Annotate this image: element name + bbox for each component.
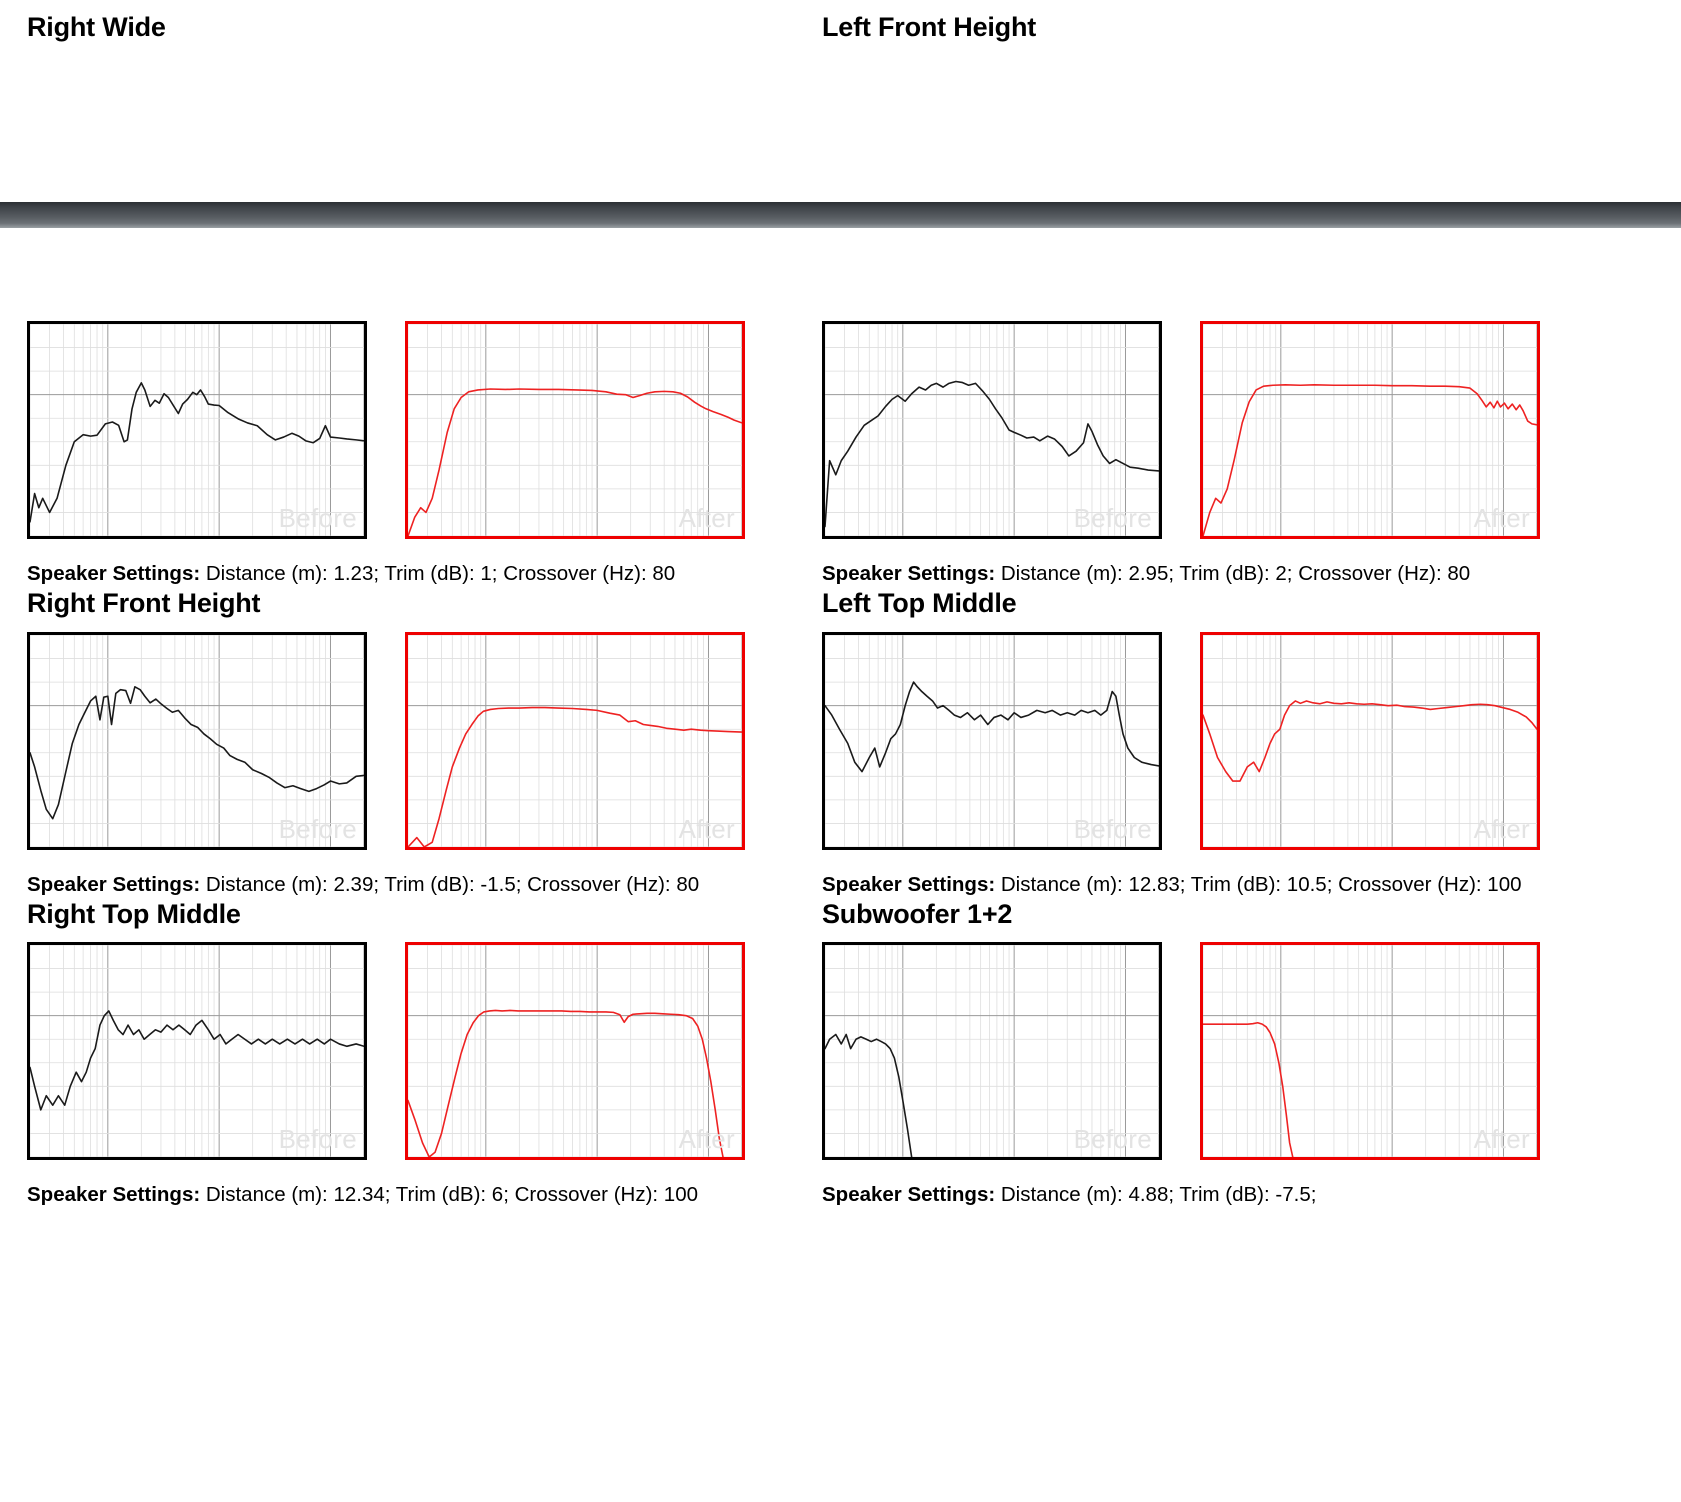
- speaker-settings: Speaker Settings: Distance (m): 2.95; Tr…: [822, 558, 1542, 589]
- page-top-title-left: Right Wide: [27, 12, 166, 42]
- speaker-settings-values: Distance (m): 2.39; Trim (dB): -1.5; Cro…: [200, 872, 700, 896]
- page-break-bar: [0, 202, 1681, 228]
- speaker-title: Right Top Middle: [27, 898, 241, 929]
- charts-row: Before After: [822, 631, 1617, 850]
- speaker-settings-values: Distance (m): 12.34; Trim (dB): 6; Cross…: [200, 1183, 698, 1207]
- speaker-settings-label: Speaker Settings:: [822, 561, 996, 585]
- speaker-grid: Before After Speaker Settings: Distance …: [0, 228, 1681, 1211]
- speaker-settings-label: Speaker Settings:: [27, 1183, 201, 1207]
- speaker-title: Subwoofer 1+2: [822, 898, 1013, 929]
- chart-before[interactable]: Before: [27, 942, 367, 1161]
- chart-after[interactable]: After: [405, 942, 745, 1161]
- charts-row: Before After: [27, 320, 822, 539]
- speaker-settings: Speaker Settings: Distance (m): 12.34; T…: [27, 1179, 747, 1210]
- speaker-settings: Speaker Settings: Distance (m): 12.83; T…: [822, 869, 1542, 900]
- chart-before[interactable]: Before: [822, 942, 1162, 1161]
- chart-after[interactable]: After: [1200, 942, 1540, 1161]
- charts-row: Before After: [822, 320, 1617, 539]
- speaker-cell: Subwoofer 1+2 Before After Speaker Setti…: [822, 898, 1617, 1211]
- speaker-settings-values: Distance (m): 4.88; Trim (dB): -7.5;: [995, 1183, 1317, 1207]
- chart-before[interactable]: Before: [27, 320, 367, 539]
- speaker-title: Left Top Middle: [822, 587, 1017, 618]
- chart-before[interactable]: Before: [822, 320, 1162, 539]
- speaker-cell: Before After Speaker Settings: Distance …: [27, 278, 822, 589]
- speaker-settings-label: Speaker Settings:: [27, 561, 201, 585]
- speaker-cell: Right Front Height Before After Speaker …: [27, 587, 822, 900]
- speaker-settings-values: Distance (m): 2.95; Trim (dB): 2; Crosso…: [995, 561, 1471, 585]
- speaker-settings-label: Speaker Settings:: [822, 872, 996, 896]
- charts-row: Before After: [822, 942, 1617, 1161]
- speaker-cell: Before After Speaker Settings: Distance …: [822, 278, 1617, 589]
- speaker-settings-values: Distance (m): 12.83; Trim (dB): 10.5; Cr…: [995, 872, 1522, 896]
- chart-before[interactable]: Before: [27, 631, 367, 850]
- speaker-report-content: Before After Speaker Settings: Distance …: [0, 228, 1681, 1211]
- chart-before[interactable]: Before: [822, 631, 1162, 850]
- charts-row: Before After: [27, 942, 822, 1161]
- page-top-title-right: Left Front Height: [822, 12, 1037, 42]
- page-top-header: Right Wide Left Front Height: [0, 0, 1681, 202]
- speaker-settings: Speaker Settings: Distance (m): 2.39; Tr…: [27, 869, 747, 900]
- speaker-settings-values: Distance (m): 1.23; Trim (dB): 1; Crosso…: [200, 561, 676, 585]
- chart-after[interactable]: After: [405, 320, 745, 539]
- speaker-cell: Right Top Middle Before After Speaker Se…: [27, 898, 822, 1211]
- chart-after[interactable]: After: [1200, 320, 1540, 539]
- speaker-settings: Speaker Settings: Distance (m): 1.23; Tr…: [27, 558, 747, 589]
- chart-after[interactable]: After: [1200, 631, 1540, 850]
- speaker-settings-label: Speaker Settings:: [27, 872, 201, 896]
- speaker-cell: Left Top Middle Before After Speaker Set…: [822, 587, 1617, 900]
- chart-after[interactable]: After: [405, 631, 745, 850]
- speaker-settings-label: Speaker Settings:: [822, 1183, 996, 1207]
- speaker-settings: Speaker Settings: Distance (m): 4.88; Tr…: [822, 1179, 1542, 1210]
- charts-row: Before After: [27, 631, 822, 850]
- speaker-title: Right Front Height: [27, 587, 261, 618]
